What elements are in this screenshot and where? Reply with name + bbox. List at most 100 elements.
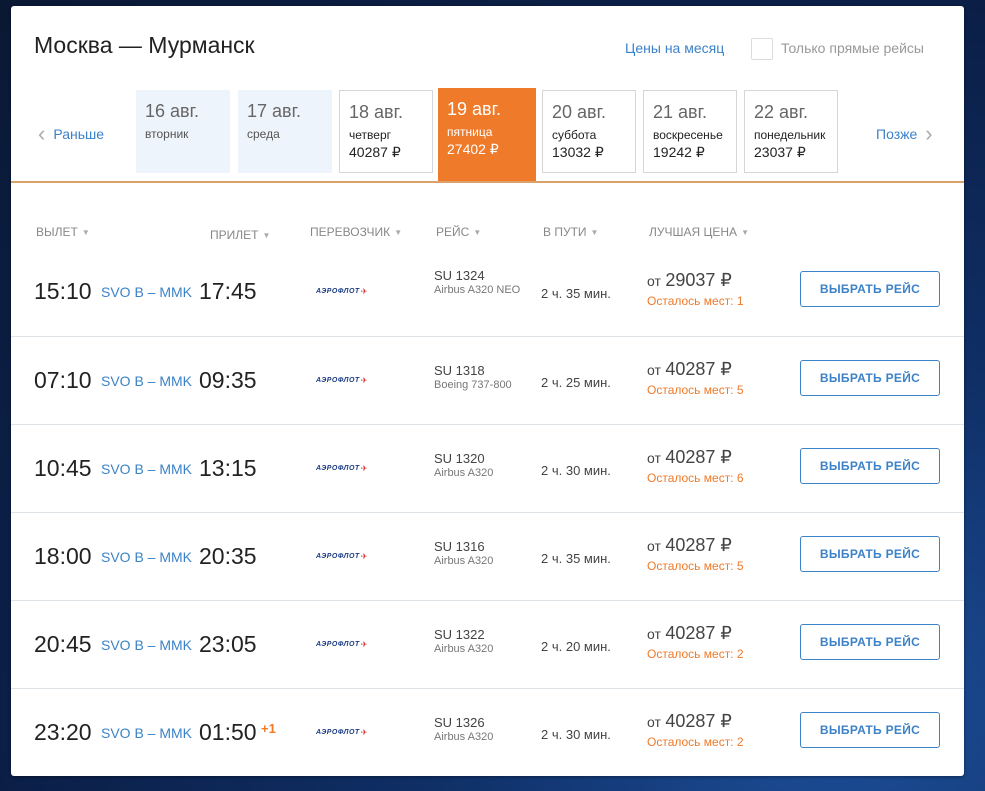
- flight-number: SU 1322: [434, 627, 485, 642]
- route-link[interactable]: SVO B – MMK: [101, 461, 192, 477]
- date-weekday: суббота: [552, 128, 597, 142]
- route-link[interactable]: SVO B – MMK: [101, 549, 192, 565]
- date-tab-18[interactable]: 18 авг. четверг 40287 ₽: [339, 90, 433, 173]
- carrier-logo-text: АЭРОФЛОТ: [316, 641, 360, 648]
- sort-duration[interactable]: В ПУТИ ▼: [543, 225, 598, 239]
- sort-arrival[interactable]: ПРИЛЕТ ▼: [210, 228, 270, 242]
- later-dates-button[interactable]: Позже ›: [876, 123, 933, 145]
- date-weekday: воскресенье: [653, 128, 723, 142]
- select-flight-button[interactable]: ВЫБРАТЬ РЕЙС: [800, 536, 940, 572]
- date-tab-20[interactable]: 20 авг. суббота 13032 ₽: [542, 90, 636, 173]
- date-price: 27402 ₽: [447, 141, 499, 157]
- carrier-logo-text: АЭРОФЛОТ: [316, 377, 360, 384]
- price-value: 40287 ₽: [665, 535, 732, 555]
- route-link[interactable]: SVO B – MMK: [101, 637, 192, 653]
- date-price: 19242 ₽: [653, 144, 705, 160]
- flight-row: 23:20 SVO B – MMK 01:50 +1 АЭРОФЛОТ ✈ SU 1326 A…: [11, 688, 964, 776]
- price: от 40287 ₽: [647, 535, 732, 556]
- date-weekday: среда: [247, 127, 280, 141]
- sort-carrier[interactable]: ПЕРЕВОЗЧИК ▼: [310, 225, 402, 239]
- seats-left: Осталось мест: 5: [647, 559, 744, 573]
- direct-flights-checkbox[interactable]: [751, 38, 773, 60]
- select-flight-button[interactable]: ВЫБРАТЬ РЕЙС: [800, 360, 940, 396]
- chevron-left-icon: ‹: [38, 121, 46, 146]
- sort-arrival-label: ПРИЛЕТ: [210, 228, 259, 242]
- departure-time: 10:45: [34, 455, 92, 481]
- date-weekday: вторник: [145, 127, 189, 141]
- sort-departure[interactable]: ВЫЛЕТ ▼: [36, 225, 90, 239]
- aircraft-type: Airbus A320 NEO: [434, 284, 521, 296]
- price-prefix: от: [647, 450, 661, 466]
- arrival-time: 20:35: [199, 543, 257, 569]
- sort-price-label: ЛУЧШАЯ ЦЕНА: [649, 225, 738, 239]
- flight-duration: 2 ч. 20 мин.: [541, 639, 611, 654]
- flight-number: SU 1324: [434, 268, 485, 283]
- price-prefix: от: [647, 626, 661, 642]
- date-tab-17[interactable]: 17 авг. среда: [238, 90, 332, 173]
- seats-left: Осталось мест: 2: [647, 647, 744, 661]
- sort-caret-icon: ▼: [394, 228, 403, 237]
- price: от 40287 ₽: [647, 711, 732, 732]
- flight-duration: 2 ч. 35 мин.: [541, 551, 611, 566]
- carrier-logo-text: АЭРОФЛОТ: [316, 465, 360, 472]
- sort-caret-icon: ▼: [473, 228, 482, 237]
- date-weekday: понедельник: [754, 128, 826, 142]
- earlier-dates-button[interactable]: ‹ Раньше: [38, 121, 104, 146]
- sort-price[interactable]: ЛУЧШАЯ ЦЕНА ▼: [649, 225, 749, 239]
- flight-row: 10:45 SVO B – MMK 13:15 АЭРОФЛОТ ✈ SU 1320 Air…: [11, 424, 964, 512]
- route-link[interactable]: SVO B – MMK: [101, 284, 192, 300]
- select-flight-button[interactable]: ВЫБРАТЬ РЕЙС: [800, 448, 940, 484]
- wing-icon: ✈: [360, 464, 368, 473]
- sort-flight-label: РЕЙС: [436, 225, 470, 239]
- carrier-logo-text: АЭРОФЛОТ: [316, 553, 360, 560]
- carrier-logo-text: АЭРОФЛОТ: [316, 729, 360, 736]
- aircraft-type: Airbus A320: [434, 555, 494, 567]
- price-prefix: от: [647, 273, 661, 289]
- wing-icon: ✈: [360, 376, 368, 385]
- route-link[interactable]: SVO B – MMK: [101, 725, 192, 741]
- departure-time: 07:10: [34, 367, 92, 393]
- date-tab-19-selected[interactable]: 19 авг. пятница 27402 ₽: [438, 88, 536, 182]
- date-day: 22 авг.: [754, 102, 808, 122]
- flight-number: SU 1316: [434, 539, 485, 554]
- select-flight-button[interactable]: ВЫБРАТЬ РЕЙС: [800, 624, 940, 660]
- seats-left: Осталось мест: 1: [647, 294, 744, 308]
- price: от 29037 ₽: [647, 270, 732, 291]
- departure-time: 15:10: [34, 278, 92, 304]
- select-flight-button[interactable]: ВЫБРАТЬ РЕЙС: [800, 712, 940, 748]
- flight-row: 15:10 SVO B – MMK 17:45 АЭРОФЛОТ ✈ SU 1324 Air…: [11, 248, 964, 336]
- date-divider: [11, 181, 964, 183]
- sort-caret-icon: ▼: [262, 231, 271, 240]
- flight-duration: 2 ч. 35 мин.: [541, 286, 611, 301]
- next-day-badge: +1: [261, 721, 276, 736]
- date-price: 40287 ₽: [349, 144, 401, 160]
- departure-time: 18:00: [34, 543, 92, 569]
- price-value: 40287 ₽: [665, 623, 732, 643]
- wing-icon: ✈: [360, 552, 368, 561]
- aeroflot-logo: АЭРОФЛОТ ✈: [316, 640, 367, 649]
- aircraft-type: Airbus A320: [434, 731, 494, 743]
- sort-caret-icon: ▼: [590, 228, 599, 237]
- direct-flights-label[interactable]: Только прямые рейсы: [781, 40, 924, 56]
- flight-duration: 2 ч. 30 мин.: [541, 463, 611, 478]
- aircraft-type: Airbus A320: [434, 643, 494, 655]
- date-tab-22[interactable]: 22 авг. понедельник 23037 ₽: [744, 90, 838, 173]
- route-link[interactable]: SVO B – MMK: [101, 373, 192, 389]
- wing-icon: ✈: [360, 640, 368, 649]
- date-tab-21[interactable]: 21 авг. воскресенье 19242 ₽: [643, 90, 737, 173]
- date-tab-16[interactable]: 16 авг. вторник: [136, 90, 230, 173]
- price-prefix: от: [647, 538, 661, 554]
- arrival-time: 17:45: [199, 278, 257, 304]
- departure-time: 20:45: [34, 631, 92, 657]
- select-flight-button[interactable]: ВЫБРАТЬ РЕЙС: [800, 271, 940, 307]
- month-prices-link[interactable]: Цены на месяц: [625, 40, 724, 56]
- date-day: 16 авг.: [145, 101, 199, 121]
- seats-left: Осталось мест: 6: [647, 471, 744, 485]
- sort-flight[interactable]: РЕЙС ▼: [436, 225, 481, 239]
- carrier-logo-text: АЭРОФЛОТ: [316, 288, 360, 295]
- price: от 40287 ₽: [647, 359, 732, 380]
- flight-number: SU 1326: [434, 715, 485, 730]
- price-prefix: от: [647, 362, 661, 378]
- price-value: 40287 ₽: [665, 447, 732, 467]
- flight-row: 18:00 SVO B – MMK 20:35 АЭРОФЛОТ ✈ SU 1316 Air…: [11, 512, 964, 600]
